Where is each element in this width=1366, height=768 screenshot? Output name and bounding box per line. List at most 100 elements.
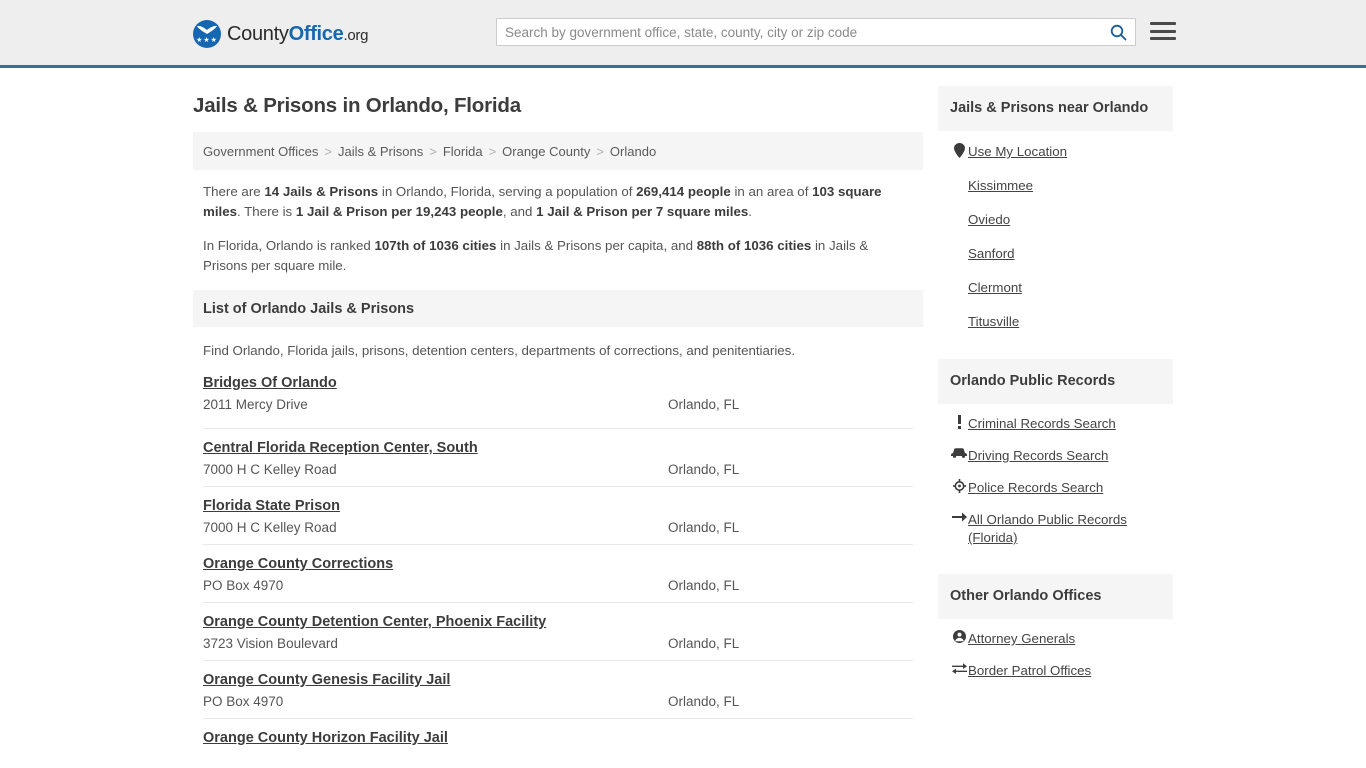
list-item: All Orlando Public Records (Florida) (938, 504, 1173, 554)
intro-stat: 88th of 1036 cities (696, 238, 812, 253)
listing-city-state: Orlando, FL (668, 636, 740, 651)
sidebar-nearby-link-kissimmee[interactable]: Kissimmee (968, 177, 1033, 195)
breadcrumb-separator: > (429, 143, 437, 159)
listing-detail-line: 7000 H C Kelley Road Orlando, FL (203, 520, 913, 535)
car-icon (950, 447, 968, 458)
sidebar-nearby-heading: Jails & Prisons near Orlando (938, 86, 1173, 131)
breadcrumb-item-orange-county[interactable]: Orange County (502, 144, 590, 159)
page-title: Jails & Prisons in Orlando, Florida (193, 94, 521, 117)
police-badge-icon (950, 479, 968, 493)
search-button[interactable] (1101, 19, 1135, 45)
listing-city-state: Orlando, FL (668, 694, 740, 709)
listing-detail-line: 3723 Vision Boulevard Orlando, FL (203, 636, 913, 651)
hamburger-menu-icon[interactable] (1150, 20, 1176, 42)
logo-text-org: .org (343, 26, 369, 44)
table-row: Orange County Detention Center, Phoenix … (203, 602, 913, 660)
user-circle-icon (950, 630, 968, 643)
arrow-right-icon (950, 511, 968, 523)
intro-stat: 1 Jail & Prison per 19,243 people (295, 204, 503, 219)
table-row: Orange County Corrections PO Box 4970 Orla… (203, 544, 913, 602)
breadcrumb-separator: > (488, 143, 497, 159)
listing-city-state: Orlando, FL (668, 462, 740, 477)
sidebar-office-link-attorney-generals[interactable]: Attorney Generals (968, 630, 1075, 648)
exchange-arrows-icon (950, 662, 968, 674)
intro-text: . There is (237, 204, 296, 219)
list-section-description: Find Orlando, Florida jails, prisons, de… (203, 343, 796, 358)
breadcrumb: Government Offices > Jails & Prisons > Flori… (193, 132, 923, 170)
list-item: Oviedo (938, 203, 1173, 237)
site-logo[interactable]: ★★★ CountyOffice.org (193, 19, 368, 49)
sidebar-records-link-driving-records-search[interactable]: Driving Records Search (968, 447, 1108, 465)
listing-address: PO Box 4970 (203, 694, 284, 709)
sidebar-records-link-all-orlando-public-records-florida[interactable]: All Orlando Public Records (Florida) (968, 511, 1161, 547)
sidebar-other-offices-block: Other Orlando Offices Attorney Generals B… (938, 574, 1173, 695)
intro-paragraph-2: In Florida, Orlando is ranked 107th of 1… (203, 236, 913, 276)
intro-paragraph-1: There are 14 Jails & Prisons in Orlando,… (203, 182, 913, 222)
table-row: Central Florida Reception Center, South 7… (203, 428, 913, 486)
intro-text: , and (502, 204, 537, 219)
sidebar-public-records-list: Criminal Records Search Driving Records S… (938, 404, 1173, 562)
jails-prisons-list: Bridges Of Orlando 2011 Mercy Drive Orland… (193, 370, 923, 768)
logo-wordmark: CountyOffice.org (227, 23, 368, 46)
search-icon (1110, 24, 1126, 40)
intro-section: There are 14 Jails & Prisons in Orlando,… (193, 170, 923, 276)
breadcrumb-item-government-offices[interactable]: Government Offices (203, 144, 318, 159)
intro-stat: 1 Jail & Prison per 7 square miles (536, 204, 749, 219)
intro-text: There are (203, 184, 265, 199)
search-input[interactable] (497, 19, 1101, 45)
listing-detail-line: 7000 H C Kelley Road Orlando, FL (203, 462, 913, 477)
sidebar-nearby-link-oviedo[interactable]: Oviedo (968, 211, 1010, 229)
sidebar-nearby-link-use-my-location[interactable]: Use My Location (968, 143, 1067, 161)
hamburger-bar (1150, 37, 1176, 40)
listing-name-link[interactable]: Orange County Horizon Facility Jail (203, 730, 448, 746)
listing-name-link[interactable]: Orange County Corrections (203, 556, 393, 572)
list-item: Titusville (938, 305, 1173, 339)
intro-stat: 14 Jails & Prisons (264, 184, 379, 199)
listing-address: 7000 H C Kelley Road (203, 520, 337, 535)
page-body: Jails & Prisons in Orlando, Florida Gove… (0, 68, 1366, 768)
list-item: Clermont (938, 271, 1173, 305)
sidebar-office-link-border-patrol-offices[interactable]: Border Patrol Offices (968, 662, 1091, 680)
breadcrumb-item-jails-prisons[interactable]: Jails & Prisons (338, 144, 423, 159)
listing-name-link[interactable]: Bridges Of Orlando (203, 375, 337, 391)
listing-address: 7000 H C Kelley Road (203, 462, 337, 477)
breadcrumb-item-florida[interactable]: Florida (443, 144, 483, 159)
sidebar-nearby-link-clermont[interactable]: Clermont (968, 279, 1022, 297)
sidebar-other-offices-list: Attorney Generals Border Patrol Offices (938, 619, 1173, 695)
main-content: Jails & Prisons in Orlando, Florida Gove… (193, 86, 923, 768)
hamburger-bar (1150, 22, 1176, 25)
listing-city-state: Orlando, FL (668, 397, 740, 412)
eagle-shield-logo-icon: ★★★ (193, 20, 221, 48)
sidebar-records-link-police-records-search[interactable]: Police Records Search (968, 479, 1103, 497)
listing-name-link[interactable]: Florida State Prison (203, 498, 340, 514)
site-header: ★★★ CountyOffice.org (0, 0, 1366, 68)
hamburger-bar (1150, 29, 1176, 33)
listing-name-link[interactable]: Orange County Genesis Facility Jail (203, 672, 450, 688)
list-section-heading: List of Orlando Jails & Prisons (193, 290, 923, 327)
list-item: Driving Records Search (938, 440, 1173, 472)
breadcrumb-item-orlando[interactable]: Orlando (610, 144, 656, 159)
breadcrumb-separator: > (596, 143, 604, 159)
intro-text: In Florida, Orlando is ranked (203, 238, 375, 253)
intro-text: in an area of (730, 184, 813, 199)
sidebar-nearby-link-titusville[interactable]: Titusville (968, 313, 1019, 331)
table-row: Orange County Genesis Facility Jail PO Bo… (203, 660, 913, 718)
sidebar-records-link-criminal-records-search[interactable]: Criminal Records Search (968, 415, 1116, 433)
intro-stat: 269,414 people (636, 184, 731, 199)
intro-text: in Jails & Prisons per capita, and (496, 238, 697, 253)
listing-name-link[interactable]: Orange County Detention Center, Phoenix … (203, 614, 546, 630)
search-bar[interactable] (496, 18, 1136, 46)
listing-name-link[interactable]: Central Florida Reception Center, South (203, 440, 478, 456)
intro-text: . (748, 204, 752, 219)
list-item: Kissimmee (938, 169, 1173, 203)
sidebar-nearby-link-sanford[interactable]: Sanford (968, 245, 1015, 263)
list-item: Border Patrol Offices (938, 655, 1173, 687)
sidebar-public-records-block: Orlando Public Records Criminal Records … (938, 359, 1173, 562)
exclamation-icon (950, 415, 968, 429)
table-row: Florida State Prison 7000 H C Kelley Road… (203, 486, 913, 544)
listing-detail-line: PO Box 4970 Orlando, FL (203, 694, 913, 709)
logo-stars-icon: ★★★ (196, 37, 218, 44)
listing-detail-line: PO Box 4970 Orlando, FL (203, 578, 913, 593)
intro-text: in Orlando, Florida, serving a populatio… (378, 184, 637, 199)
sidebar-nearby-block: Jails & Prisons near Orlando Use My Loca… (938, 86, 1173, 347)
